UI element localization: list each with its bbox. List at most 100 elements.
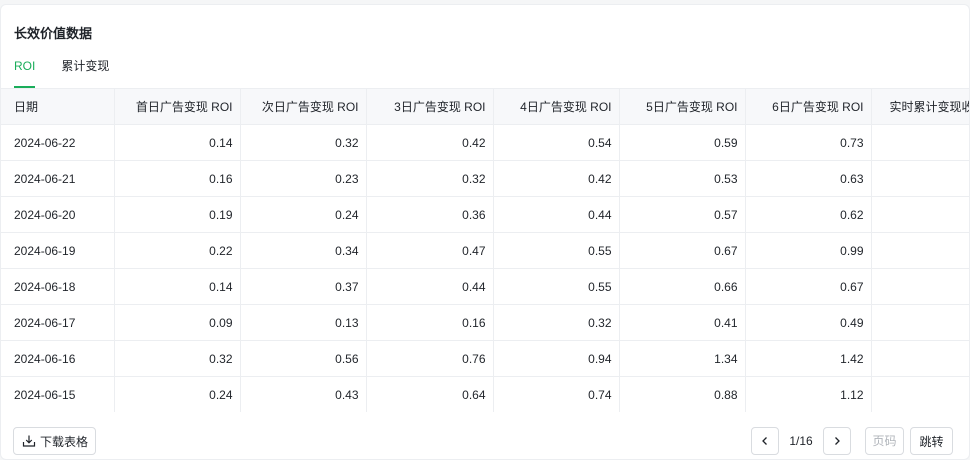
table-cell: 1 <box>871 160 969 197</box>
table-row: 2024-06-18 0.14 0.37 0.44 0.55 0.66 0.67 <box>1 268 969 305</box>
table-cell: 0.24 <box>240 196 367 233</box>
table-row: 2024-06-20 0.19 0.24 0.36 0.44 0.57 0.62 <box>1 196 969 233</box>
table-cell: 0.67 <box>745 268 872 305</box>
table-cell: 0.53 <box>619 160 746 197</box>
table-row: 2024-06-15 0.24 0.43 0.64 0.74 0.88 1.12 <box>1 376 969 412</box>
table-cell: 0.64 <box>366 376 494 412</box>
table-cell: 0.13 <box>240 304 367 341</box>
card-title: 长效价值数据 <box>14 26 93 41</box>
column-header: 4日广告变现 ROI <box>493 88 620 125</box>
table-row: 2024-06-17 0.09 0.13 0.16 0.32 0.41 0.49 <box>1 304 969 341</box>
table-cell: 0.42 <box>493 160 620 197</box>
table-cell: 0.49 <box>745 304 872 341</box>
data-table-container[interactable]: 日期 首日广告变现 ROI 次日广告变现 ROI 3日广告变现 ROI 4日广告变现 R… <box>1 88 969 412</box>
data-table: 日期 首日广告变现 ROI 次日广告变现 ROI 3日广告变现 ROI 4日广告变现 R… <box>1 88 969 412</box>
table-cell: 0.63 <box>745 160 872 197</box>
table-cell: 0.76 <box>366 340 494 377</box>
download-table-label: 下载表格 <box>40 434 89 449</box>
column-header: 首日广告变现 ROI <box>114 88 241 125</box>
table-cell: 0.16 <box>366 304 494 341</box>
tab-roi[interactable]: ROI <box>14 59 36 89</box>
table-cell-date: 2024-06-21 <box>1 160 115 197</box>
column-header: 3日广告变现 ROI <box>366 88 494 125</box>
table-cell <box>871 196 969 233</box>
page-number-input[interactable] <box>865 427 904 455</box>
table-cell: 0.16 <box>114 160 241 197</box>
page-indicator: 1/16 <box>789 434 813 448</box>
tab-bar: ROI 累计变现 <box>14 59 135 89</box>
chevron-right-icon <box>835 437 840 445</box>
table-cell: 0.32 <box>240 124 367 161</box>
chevron-left-icon <box>762 437 767 445</box>
table-cell: 0.44 <box>366 268 494 305</box>
table-cell: 0.94 <box>493 340 620 377</box>
table-cell <box>871 376 969 412</box>
table-cell: 0.55 <box>493 268 620 305</box>
jump-button[interactable]: 跳转 <box>910 427 953 455</box>
table-footer: 下载表格 1/16 跳转 <box>1 425 969 457</box>
table-cell: 0.43 <box>240 376 367 412</box>
table-cell: 0.37 <box>240 268 367 305</box>
download-icon <box>22 435 36 447</box>
table-cell: 0.44 <box>493 196 620 233</box>
table-row: 2024-06-190.220.340.470.550.670.993 <box>1 232 969 269</box>
column-header-date: 日期 <box>1 88 115 125</box>
table-cell-date: 2024-06-15 <box>1 376 115 412</box>
table-cell: 0.19 <box>114 196 241 233</box>
table-cell: 1.42 <box>745 340 872 377</box>
table-cell: 1.34 <box>619 340 746 377</box>
table-cell: 0.56 <box>240 340 367 377</box>
table-cell-date: 2024-06-22 <box>1 124 115 161</box>
table-row: 2024-06-16 0.32 0.56 0.76 0.94 1.34 1.42 <box>1 340 969 377</box>
table-cell: 0.36 <box>366 196 494 233</box>
table-cell: 0.09 <box>114 304 241 341</box>
table-cell: 0.42 <box>366 124 494 161</box>
table-cell: 3 <box>871 232 969 269</box>
table-header-row: 日期 首日广告变现 ROI 次日广告变现 ROI 3日广告变现 ROI 4日广告变现 R… <box>1 88 969 125</box>
table-cell <box>871 268 969 305</box>
next-page-button[interactable] <box>823 427 851 455</box>
long-term-value-card: 长效价值数据 ROI 累计变现 日期 首日广告变现 ROI 次日广告变现 ROI 3日… <box>0 4 970 460</box>
table-cell: 0.55 <box>493 232 620 269</box>
table-cell: 1.12 <box>745 376 872 412</box>
table-cell: 0.67 <box>619 232 746 269</box>
tab-cumulative-monetization[interactable]: 累计变现 <box>61 59 109 89</box>
column-header: 6日广告变现 ROI <box>745 88 872 125</box>
pagination: 1/16 跳转 <box>751 427 953 455</box>
table-row: 2024-06-210.160.230.320.420.530.631 <box>1 160 969 197</box>
table-cell: 0.32 <box>114 340 241 377</box>
table-cell: 0.47 <box>366 232 494 269</box>
prev-page-button[interactable] <box>751 427 779 455</box>
column-header: 实时累计变现收 <box>871 88 969 125</box>
table-cell-date: 2024-06-17 <box>1 304 115 341</box>
table-cell-date: 2024-06-16 <box>1 340 115 377</box>
table-cell <box>871 304 969 341</box>
download-table-button[interactable]: 下载表格 <box>13 427 96 455</box>
table-cell: 0.24 <box>114 376 241 412</box>
table-cell: 0.57 <box>619 196 746 233</box>
table-cell: 0.54 <box>493 124 620 161</box>
table-cell: 0.41 <box>619 304 746 341</box>
table-row: 2024-06-22 0.14 0.32 0.42 0.54 0.59 0.73 <box>1 124 969 161</box>
table-cell: 0.74 <box>493 376 620 412</box>
table-cell: 0.62 <box>745 196 872 233</box>
table-cell: 0.32 <box>366 160 494 197</box>
table-cell: 0.88 <box>619 376 746 412</box>
table-cell: 0.99 <box>745 232 872 269</box>
column-header: 次日广告变现 ROI <box>240 88 367 125</box>
table-cell-date: 2024-06-19 <box>1 232 115 269</box>
column-header: 5日广告变现 ROI <box>619 88 746 125</box>
table-cell-date: 2024-06-20 <box>1 196 115 233</box>
table-cell: 0.34 <box>240 232 367 269</box>
table-cell: 0.73 <box>745 124 872 161</box>
table-cell: 0.14 <box>114 124 241 161</box>
table-cell <box>871 124 969 161</box>
table-cell: 0.14 <box>114 268 241 305</box>
table-cell: 0.32 <box>493 304 620 341</box>
table-cell-date: 2024-06-18 <box>1 268 115 305</box>
table-body: 2024-06-22 0.14 0.32 0.42 0.54 0.59 0.73 2024-0… <box>1 124 969 412</box>
table-cell: 0.23 <box>240 160 367 197</box>
table-cell: 0.66 <box>619 268 746 305</box>
table-cell <box>871 340 969 377</box>
table-cell: 0.22 <box>114 232 241 269</box>
